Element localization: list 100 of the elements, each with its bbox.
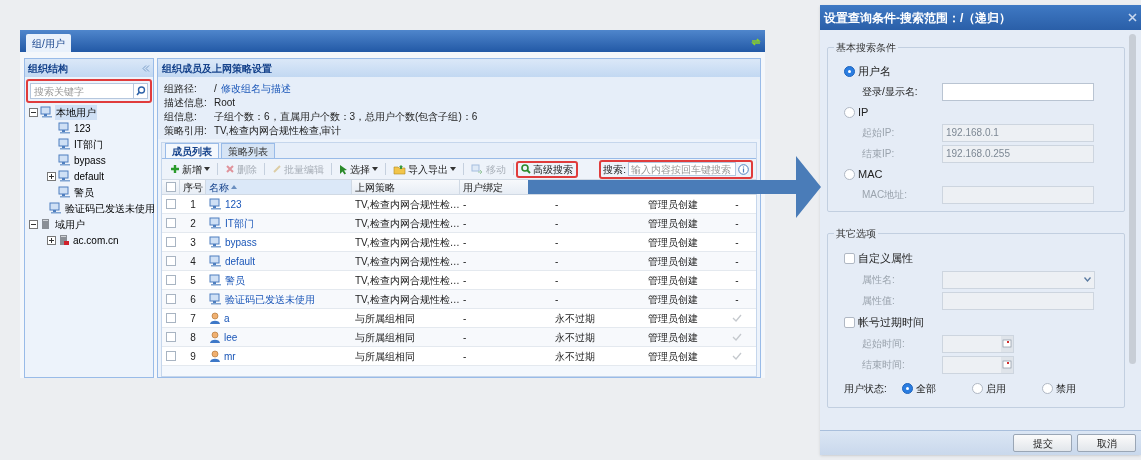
tab[interactable]: 策略列表 [221, 143, 275, 158]
dialog-button[interactable]: 提交 [1013, 434, 1072, 452]
search-button[interactable] [134, 83, 148, 99]
toolbar-button[interactable]: 高级搜索 [516, 160, 578, 178]
member-link[interactable]: bypass [225, 234, 257, 250]
checkbox[interactable] [844, 316, 855, 328]
table-cell-text: - [462, 235, 468, 250]
member-link[interactable]: IT部门 [225, 215, 254, 231]
tree-item[interactable]: IT部门 [73, 136, 104, 152]
table-cell-text: - [554, 273, 560, 288]
field-label: 起始IP: [862, 126, 896, 140]
expand-icon[interactable] [47, 171, 56, 181]
row-checkbox[interactable] [166, 294, 176, 304]
computer-icon [209, 293, 222, 305]
member-link[interactable]: 123 [225, 196, 242, 212]
table-cell-text: 3 [189, 235, 197, 250]
edit-link[interactable]: 修改组名与描述 [220, 80, 291, 96]
column-header[interactable]: 名称 [209, 179, 229, 195]
dialog-button[interactable]: 取消 [1077, 434, 1136, 452]
search-field[interactable]: 输入内容按回车键搜索 [628, 162, 736, 176]
radio-button[interactable] [902, 382, 913, 394]
select-all-checkbox[interactable] [165, 182, 176, 192]
tree-item[interactable]: 警员 [73, 184, 95, 200]
table-cell-text: - [462, 254, 468, 269]
table-cell-text: 与所属组相同 [354, 349, 416, 364]
radio-button[interactable] [1042, 382, 1053, 394]
table-cell-text: 永不过期 [554, 330, 596, 345]
date-field[interactable] [942, 334, 1014, 353]
input-field[interactable] [942, 291, 1094, 310]
tree-item[interactable]: ac.com.cn [72, 232, 120, 248]
table-cell-text: TV,检查内网合规性检… [354, 273, 460, 288]
column-header[interactable]: 序号 [183, 179, 203, 195]
radio-button[interactable] [844, 106, 855, 118]
table-cell-text: 5 [189, 273, 197, 288]
table-cell-text: - [462, 330, 468, 345]
member-link[interactable]: 警员 [225, 272, 245, 288]
info-value: TV,检查内网合规性检查,审计 [214, 123, 342, 138]
tree-item[interactable]: 验证码已发送未使用 [64, 200, 156, 216]
table-cell-text: 管理员创建 [647, 216, 699, 231]
date-field[interactable] [942, 355, 1014, 374]
table-cell-text: 7 [189, 311, 197, 326]
member-link[interactable]: mr [224, 348, 236, 364]
caret-icon [372, 167, 378, 171]
radio-button[interactable] [844, 168, 855, 180]
info-icon[interactable] [738, 163, 749, 175]
table-cell-text: - [462, 197, 468, 212]
caret-icon [204, 167, 210, 171]
row-checkbox[interactable] [166, 313, 176, 323]
table-cell-text: 4 [189, 254, 197, 269]
info-value: Root [214, 95, 236, 110]
member-link[interactable]: 验证码已发送未使用 [225, 291, 315, 307]
radio-button[interactable] [972, 382, 983, 394]
toolbar-button[interactable]: 新增 [165, 160, 215, 178]
table-cell-text: - [462, 349, 468, 364]
row-checkbox[interactable] [166, 199, 176, 209]
member-link[interactable]: lee [224, 329, 238, 345]
table-cell-text: 管理员创建 [647, 292, 699, 307]
tree-item[interactable]: 本地用户 [55, 104, 97, 120]
radio-button[interactable] [844, 65, 855, 77]
close-icon[interactable] [1128, 13, 1137, 22]
field-label: 结束时间: [862, 358, 906, 372]
collapse-icon[interactable] [29, 219, 38, 229]
scrollbar[interactable] [1129, 34, 1136, 364]
panel-title: 组织结构 [28, 61, 68, 76]
tree-item[interactable]: 域用户 [54, 216, 86, 232]
row-checkbox[interactable] [166, 237, 176, 247]
table-cell-text: TV,检查内网合规性检… [354, 216, 460, 231]
info-value: 子组个数：6，直属用户个数：3，总用户个数(包含子组)：6 [214, 109, 478, 124]
table-cell-text: TV,检查内网合规性检… [354, 292, 460, 307]
tab[interactable]: 成员列表 [165, 143, 219, 158]
checkbox[interactable] [844, 252, 855, 264]
tree-item[interactable]: bypass [73, 152, 107, 168]
input-field[interactable] [942, 82, 1094, 101]
row-checkbox[interactable] [166, 351, 176, 361]
toolbar-button[interactable]: 选择 [334, 160, 383, 178]
member-link[interactable]: default [225, 253, 256, 269]
row-checkbox[interactable] [166, 218, 176, 228]
row-checkbox[interactable] [166, 332, 176, 342]
input-field[interactable] [942, 185, 1094, 204]
refresh-icon[interactable] [751, 37, 761, 47]
table-cell-text: 1 [189, 197, 197, 212]
table-cell-text: - [735, 216, 739, 231]
column-header[interactable]: 用户绑定 [463, 179, 503, 195]
collapse-panel-icon[interactable] [142, 64, 150, 72]
select-field[interactable] [942, 270, 1095, 289]
search-field[interactable]: 搜索关键字 [30, 83, 134, 99]
member-link[interactable]: a [224, 310, 230, 326]
column-header[interactable]: 上网策略 [355, 179, 395, 195]
row-checkbox[interactable] [166, 256, 176, 266]
collapse-icon[interactable] [29, 107, 38, 117]
computer-icon [40, 106, 53, 118]
field-label: 属性名: [862, 273, 896, 287]
radio-label: MAC [858, 166, 883, 182]
row-checkbox[interactable] [166, 275, 176, 285]
expand-icon[interactable] [47, 235, 56, 245]
page-tab[interactable]: 组/用户 [26, 34, 71, 52]
tree-item[interactable]: default [73, 168, 106, 184]
computer-icon [209, 274, 222, 286]
toolbar-button[interactable]: 导入导出 [388, 160, 461, 178]
tree-item[interactable]: 123 [73, 120, 92, 136]
